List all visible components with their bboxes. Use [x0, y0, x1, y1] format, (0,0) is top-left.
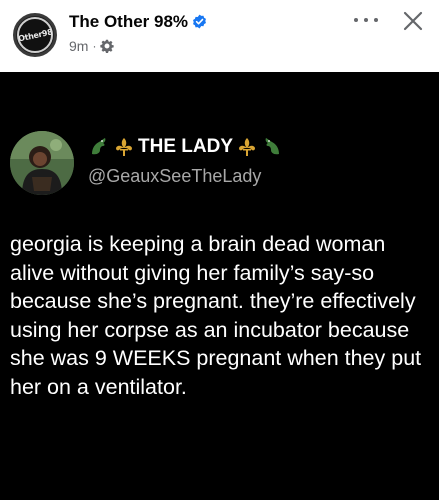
alligator-icon [265, 138, 279, 155]
post-time[interactable]: 9m [69, 38, 88, 54]
post-header: Other98 The Other 98% 9m · [0, 0, 439, 72]
alligator-icon [92, 138, 106, 155]
post-meta: 9m · [69, 38, 115, 54]
tweet-display-name[interactable]: THE LADY [138, 136, 233, 158]
tweet-display-name-row: THE LADY [88, 136, 283, 158]
close-icon[interactable] [402, 10, 424, 32]
tweet-author-avatar[interactable] [10, 131, 74, 195]
meta-separator: · [92, 39, 97, 53]
fleur-de-lis-icon [239, 138, 255, 156]
tweet-handle[interactable]: @GeauxSeeTheLady [88, 166, 261, 187]
page-logo-text: Other98 [17, 26, 53, 44]
tweet-text: georgia is keeping a brain dead woman al… [10, 232, 422, 399]
more-options-icon[interactable] [354, 12, 378, 28]
page-logo: Other98 [17, 17, 53, 53]
page-name[interactable]: The Other 98% [69, 12, 188, 31]
page-avatar[interactable]: Other98 [13, 13, 57, 57]
verified-badge-icon [193, 14, 207, 29]
avatar-photo [10, 131, 74, 195]
gear-icon [100, 39, 115, 53]
fleur-de-lis-icon [116, 138, 132, 156]
page-name-row: The Other 98% [69, 12, 207, 32]
